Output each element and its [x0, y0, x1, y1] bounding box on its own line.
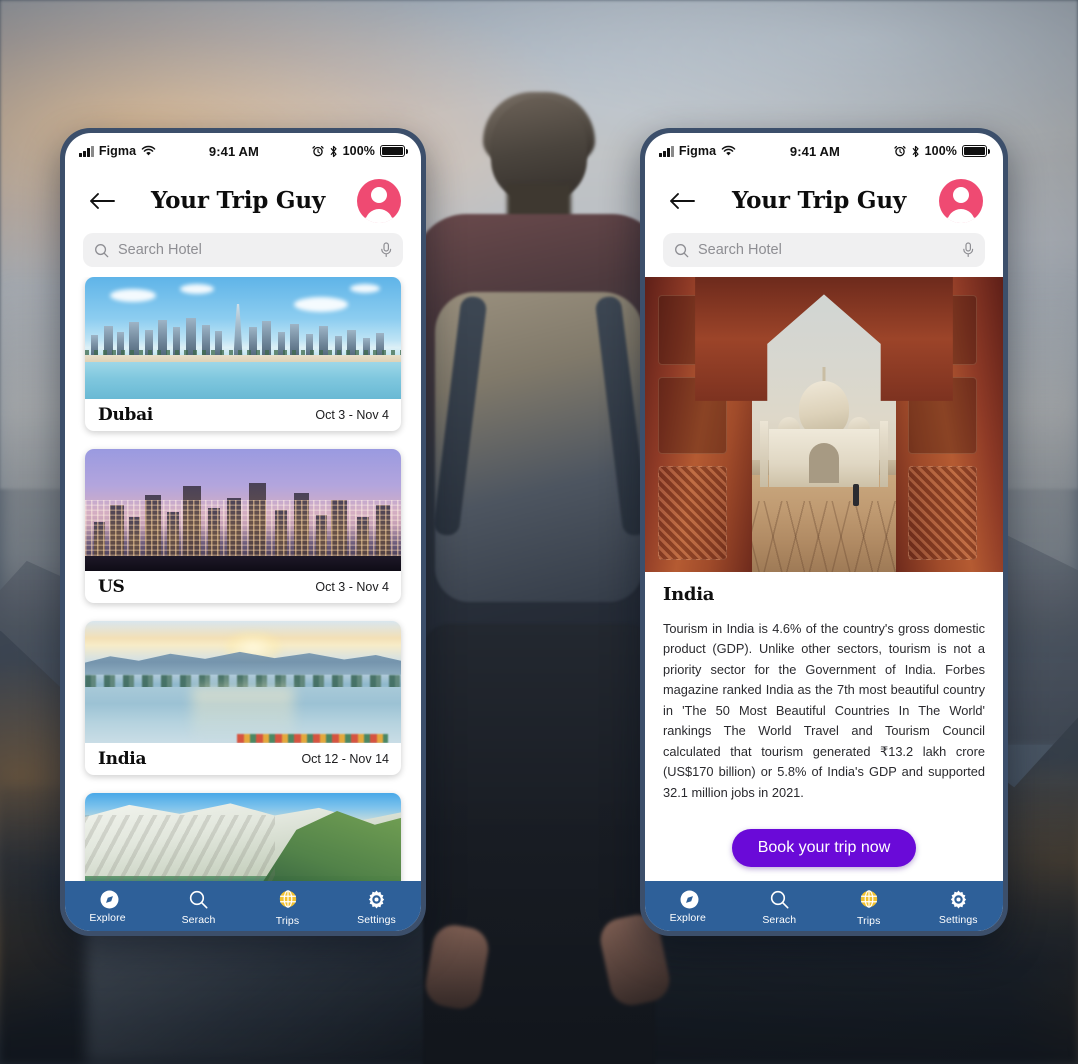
bottom-navigation: Explore Serach Trips Settings	[645, 881, 1003, 931]
trip-card-dates: Oct 3 - Nov 4	[315, 408, 389, 422]
nav-item-serach[interactable]: Serach	[735, 888, 825, 926]
trip-card-city: US	[98, 577, 125, 597]
alarm-icon	[311, 145, 324, 157]
trip-card[interactable]: Dubai Oct 3 - Nov 4	[85, 277, 401, 431]
trip-card[interactable]: India Oct 12 - Nov 14	[85, 621, 401, 775]
search-icon	[675, 243, 689, 257]
trip-card-city: Dubai	[98, 405, 153, 425]
screen-list: Figma 9:41 AM 100% Your Trip Guy Search …	[65, 133, 421, 931]
avatar[interactable]	[939, 179, 983, 223]
trip-card-footer: US Oct 3 - Nov 4	[85, 571, 401, 603]
search-section: Search Hotel	[65, 227, 421, 277]
detail-title: India	[663, 584, 715, 605]
app-header: Your Trip Guy	[645, 169, 1003, 227]
nav-item-explore[interactable]: Explore	[65, 888, 154, 924]
wifi-icon	[721, 145, 736, 156]
detail-title-section: India	[645, 572, 1003, 609]
trip-card-image-dubai	[85, 277, 401, 399]
nav-item-explore[interactable]: Explore	[645, 888, 735, 924]
status-time: 9:41 AM	[208, 143, 259, 159]
gear-icon	[948, 888, 969, 910]
detail-hero-image	[645, 277, 1003, 572]
phone-mockup-list-screen: Figma 9:41 AM 100% Your Trip Guy Search …	[60, 128, 426, 936]
search-icon	[188, 888, 209, 910]
trip-card-footer: Dubai Oct 3 - Nov 4	[85, 399, 401, 431]
nav-label: Settings	[938, 914, 978, 926]
compass-icon	[679, 888, 700, 910]
search-icon	[95, 243, 109, 257]
nav-label: Serach	[181, 914, 216, 926]
trip-card-footer: India Oct 12 - Nov 14	[85, 743, 401, 775]
battery-icon	[380, 145, 408, 157]
battery-icon	[962, 145, 990, 157]
battery-percent-label: 100%	[342, 144, 375, 158]
nav-label: Settings	[357, 914, 396, 926]
signal-bars-icon	[659, 145, 674, 157]
trip-card[interactable]: US Oct 3 - Nov 4	[85, 449, 401, 603]
page-title: Your Trip Guy	[150, 186, 326, 214]
nav-item-settings[interactable]: Settings	[332, 888, 421, 926]
app-header: Your Trip Guy	[65, 169, 421, 227]
nav-item-trips[interactable]: Trips	[243, 888, 332, 927]
phone-mockup-detail-screen: Figma 9:41 AM 100% Your Trip Guy Search …	[640, 128, 1008, 936]
nav-label: Explore	[669, 912, 706, 924]
globe-icon	[859, 888, 879, 910]
trip-card-dates: Oct 3 - Nov 4	[315, 580, 389, 594]
trip-card-list[interactable]: Dubai Oct 3 - Nov 4 US Oct 3 - Nov 4 Ind…	[65, 277, 421, 881]
gear-icon	[366, 888, 387, 910]
search-icon	[769, 888, 790, 910]
alarm-icon	[893, 145, 906, 157]
cta-section: Book your trip now	[645, 817, 1003, 881]
carrier-label: Figma	[678, 144, 717, 158]
nav-label: Trips	[275, 915, 300, 927]
page-title: Your Trip Guy	[731, 186, 907, 214]
microphone-icon[interactable]	[962, 242, 974, 258]
nav-item-serach[interactable]: Serach	[154, 888, 243, 926]
back-button[interactable]	[85, 184, 119, 218]
status-bar: Figma 9:41 AM 100%	[645, 133, 1003, 169]
wifi-icon	[141, 145, 156, 156]
trip-card-image-india	[85, 621, 401, 743]
nav-label: Serach	[762, 914, 797, 926]
status-time: 9:41 AM	[789, 143, 840, 159]
trip-card-image-us	[85, 449, 401, 571]
avatar[interactable]	[357, 179, 401, 223]
search-placeholder: Search Hotel	[118, 242, 202, 258]
search-input[interactable]: Search Hotel	[663, 233, 985, 267]
search-input[interactable]: Search Hotel	[83, 233, 403, 267]
compass-icon	[99, 888, 120, 910]
nav-label: Trips	[857, 915, 881, 927]
nav-item-trips[interactable]: Trips	[824, 888, 914, 927]
trip-card[interactable]	[85, 793, 401, 881]
bluetooth-icon	[330, 145, 337, 157]
back-arrow-icon	[670, 193, 695, 209]
bluetooth-icon	[912, 145, 919, 157]
globe-icon	[278, 888, 298, 910]
battery-percent-label: 100%	[924, 144, 957, 158]
trip-card-city: India	[98, 749, 147, 769]
nav-label: Explore	[89, 912, 126, 924]
search-section: Search Hotel	[645, 227, 1003, 277]
screen-detail: Figma 9:41 AM 100% Your Trip Guy Search …	[645, 133, 1003, 931]
microphone-icon[interactable]	[380, 242, 392, 258]
carrier-label: Figma	[98, 144, 137, 158]
book-trip-button[interactable]: Book your trip now	[731, 829, 917, 867]
signal-bars-icon	[79, 145, 94, 157]
search-placeholder: Search Hotel	[698, 242, 782, 258]
nav-item-settings[interactable]: Settings	[914, 888, 1004, 926]
trip-card-image-alps	[85, 793, 401, 881]
back-button[interactable]	[665, 184, 699, 218]
status-bar: Figma 9:41 AM 100%	[65, 133, 421, 169]
detail-description: Tourism in India is 4.6% of the country'…	[663, 621, 985, 800]
trip-card-dates: Oct 12 - Nov 14	[301, 752, 389, 766]
back-arrow-icon	[90, 193, 115, 209]
bottom-navigation: Explore Serach Trips Settings	[65, 881, 421, 931]
taj-mahal	[760, 367, 888, 488]
